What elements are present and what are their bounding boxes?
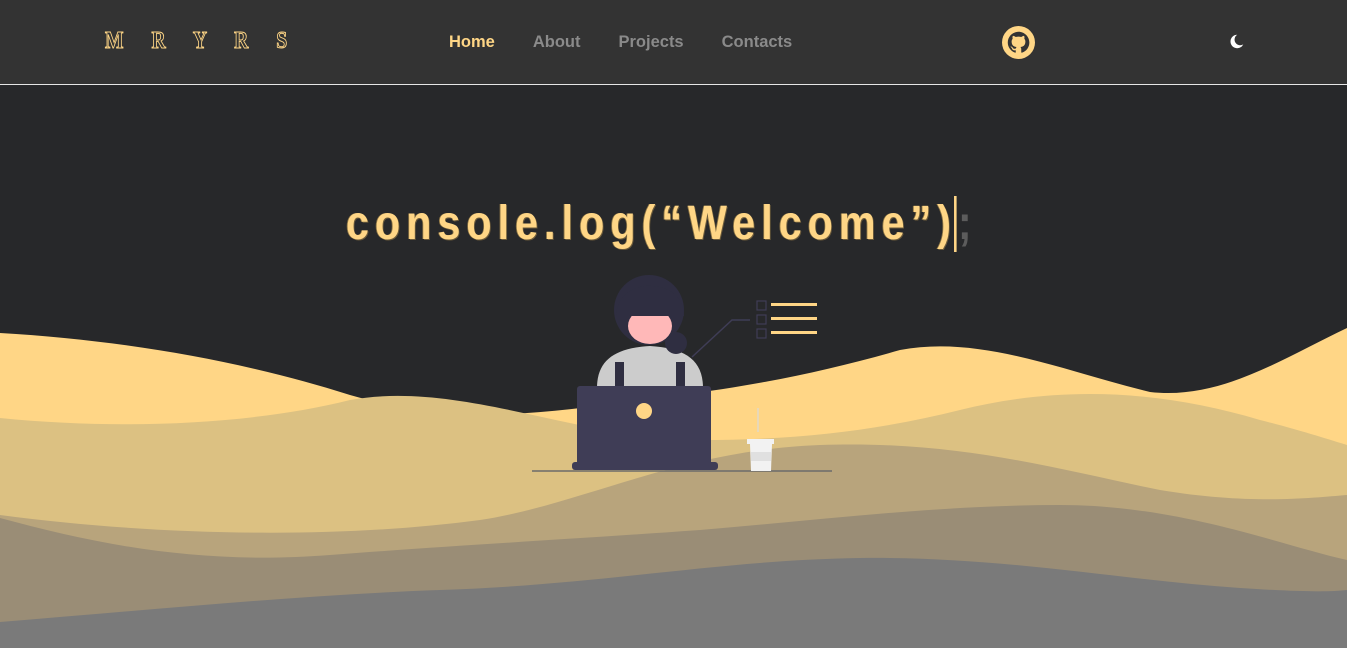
moon-icon[interactable] (1228, 33, 1245, 50)
github-icon[interactable] (1002, 26, 1035, 59)
nav-about[interactable]: About (533, 32, 581, 52)
top-navbar: M R Y R S Home About Projects Contacts (0, 0, 1347, 85)
nav-home[interactable]: Home (449, 32, 495, 52)
untyped-text: ; (957, 197, 978, 250)
welcome-headline: console.log(“Welcome”); (346, 196, 978, 256)
nav-contacts[interactable]: Contacts (722, 32, 793, 52)
main-nav: Home About Projects Contacts (449, 32, 830, 52)
typing-cursor (953, 196, 957, 252)
nav-projects[interactable]: Projects (619, 32, 684, 52)
typed-text: console.log(“Welcome”) (346, 197, 958, 250)
site-logo[interactable]: M R Y R S (105, 28, 299, 58)
checklist-icon (756, 300, 817, 339)
developer-illustration (532, 275, 832, 472)
